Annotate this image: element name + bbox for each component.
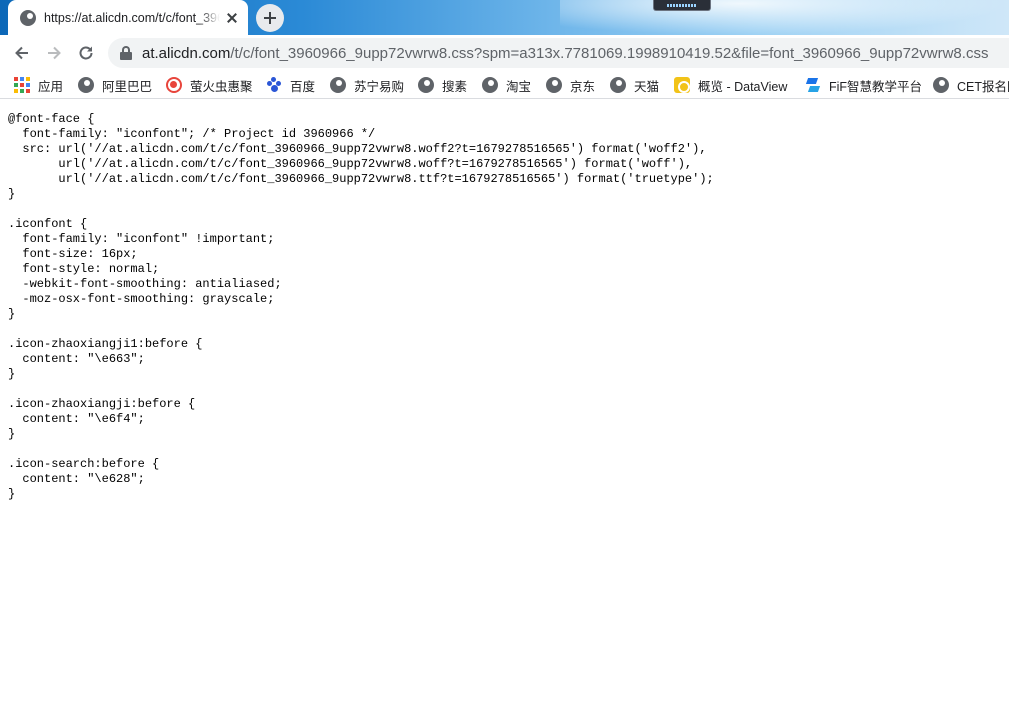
bookmark-label: 苏宁易购 <box>354 79 405 94</box>
system-widget <box>653 0 711 11</box>
fif-icon <box>805 77 821 93</box>
reload-icon <box>79 46 93 60</box>
bookmark-apps[interactable]: 应用 <box>14 75 63 95</box>
globe-icon <box>610 77 626 93</box>
back-button[interactable] <box>8 39 36 67</box>
bookmark-label: 应用 <box>38 79 64 94</box>
bookmark-taobao[interactable]: 淘宝 <box>482 75 531 95</box>
globe-icon <box>482 77 498 93</box>
bookmark-tmall[interactable]: 天猫 <box>610 75 659 95</box>
bookmark-baidu[interactable]: 百度 <box>266 75 315 95</box>
bookmark-label: 百度 <box>290 79 316 94</box>
globe-icon <box>20 9 36 26</box>
bookmark-label: 淘宝 <box>506 79 532 94</box>
lock-icon[interactable] <box>120 46 132 60</box>
globe-icon <box>78 77 94 93</box>
bookmark-alibaba[interactable]: 阿里巴巴 <box>78 75 152 95</box>
url-text[interactable]: at.alicdn.com/t/c/font_3960966_9upp72vwr… <box>142 45 988 62</box>
bookmark-search[interactable]: 搜素 <box>418 75 467 95</box>
bookmark-jd[interactable]: 京东 <box>546 75 595 95</box>
bookmark-label: 阿里巴巴 <box>102 79 153 94</box>
forward-button[interactable] <box>40 39 68 67</box>
window-background-glow <box>560 0 1009 35</box>
bookmark-label: 京东 <box>570 79 596 94</box>
bookmark-label: 概览 - DataView <box>698 79 788 94</box>
globe-icon <box>933 77 949 93</box>
browser-tab[interactable]: https://at.alicdn.com/t/c/font_3960966_9… <box>8 0 248 35</box>
bookmark-firefly[interactable]: 萤火虫惠聚 <box>166 75 253 95</box>
bookmark-label: FiF智慧教学平台 <box>829 79 923 94</box>
arrow-right-icon <box>48 46 61 60</box>
tab-strip: https://at.alicdn.com/t/c/font_3960966_9… <box>0 0 1009 35</box>
tab-title: https://at.alicdn.com/t/c/font_3960966_9… <box>44 10 220 25</box>
globe-icon <box>330 77 346 93</box>
url-path: /t/c/font_3960966_9upp72vwrw8.css?spm=a3… <box>230 44 989 62</box>
bookmark-label: 萤火虫惠聚 <box>190 79 253 94</box>
bookmark-fif[interactable]: FiF智慧教学平台 <box>805 75 922 95</box>
globe-icon <box>418 77 434 93</box>
baidu-paw-icon <box>266 77 282 93</box>
apps-grid-icon <box>14 77 30 93</box>
meter-icon <box>667 3 697 7</box>
address-bar[interactable]: at.alicdn.com/t/c/font_3960966_9upp72vwr… <box>108 38 1009 68</box>
bookmark-dataview[interactable]: 概览 - DataView <box>674 75 787 95</box>
close-tab-icon[interactable] <box>224 10 240 26</box>
reload-button[interactable] <box>72 39 100 67</box>
new-tab-button[interactable] <box>256 4 284 32</box>
bookmark-cet[interactable]: CET报名网 <box>933 75 1009 95</box>
bookmark-suning[interactable]: 苏宁易购 <box>330 75 404 95</box>
browser-toolbar: at.alicdn.com/t/c/font_3960966_9upp72vwr… <box>0 35 1009 70</box>
bookmarks-bar: 应用 阿里巴巴 萤火虫惠聚 百度 苏宁易购 搜素 淘宝 京东 天猫 概览 - D… <box>0 70 1009 99</box>
dataview-icon <box>674 77 690 93</box>
bookmark-label: CET报名网 <box>957 79 1009 94</box>
firefly-icon <box>166 77 182 93</box>
css-source-text: @font-face { font-family: "iconfont"; /*… <box>8 112 714 501</box>
url-host: at.alicdn.com <box>142 44 231 62</box>
page-content: @font-face { font-family: "iconfont"; /*… <box>0 100 1009 720</box>
bookmark-label: 天猫 <box>634 79 660 94</box>
arrow-left-icon <box>15 46 28 60</box>
globe-icon <box>546 77 562 93</box>
bookmark-label: 搜素 <box>442 79 468 94</box>
